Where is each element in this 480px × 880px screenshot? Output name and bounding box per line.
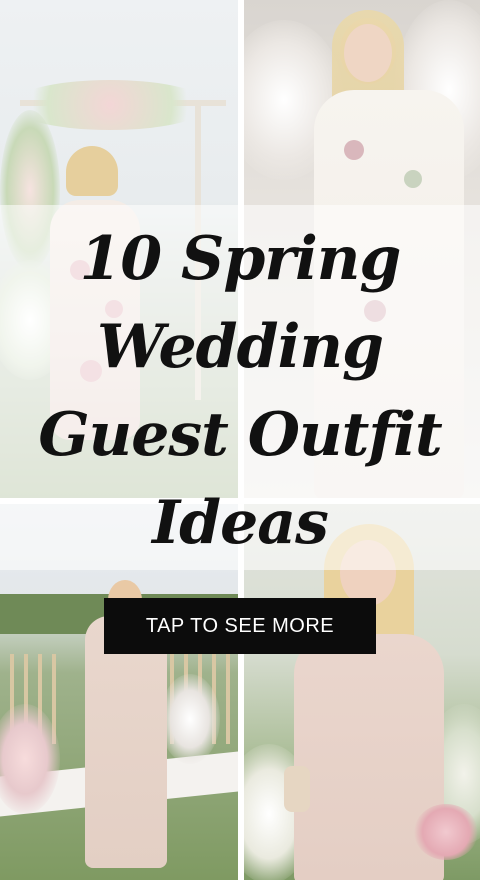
tap-to-see-more-button[interactable]: TAP TO SEE MORE xyxy=(104,598,376,654)
title-line-4: Ideas xyxy=(152,488,329,558)
title-line-1: 10 Spring xyxy=(79,224,402,294)
title-line-2: Wedding xyxy=(97,312,384,382)
pin-card[interactable]: 10 Spring Wedding Guest Outfit Ideas TAP… xyxy=(0,0,480,880)
title-line-3: Guest Outfit xyxy=(38,400,442,470)
pin-title: 10 Spring Wedding Guest Outfit Ideas xyxy=(0,215,480,567)
